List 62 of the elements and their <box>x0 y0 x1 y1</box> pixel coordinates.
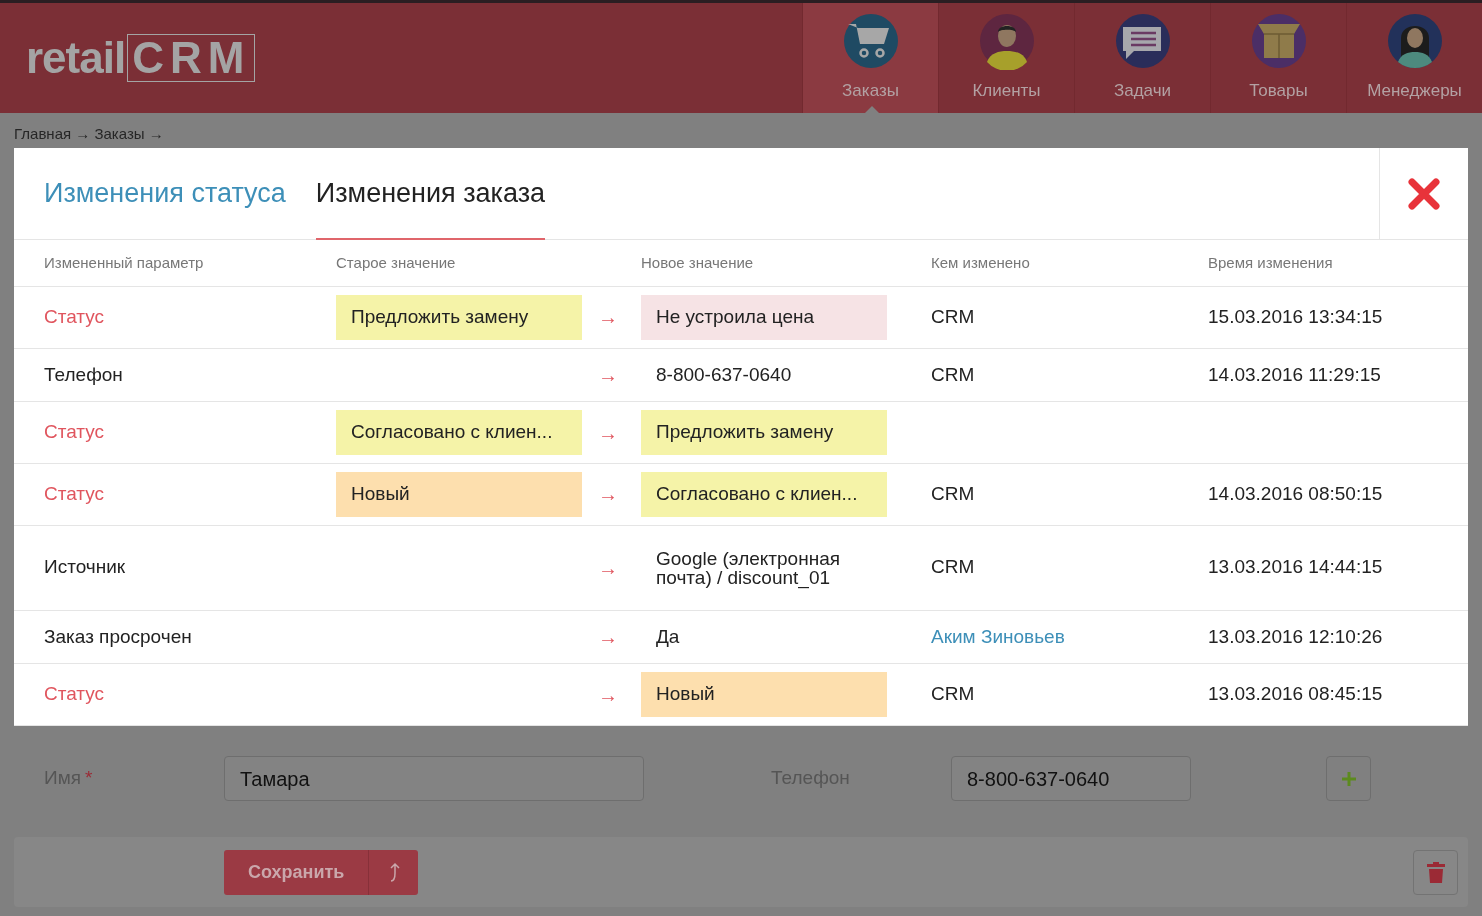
status-badge: Согласовано с клиен... <box>336 410 582 456</box>
parameter-name: Статус <box>44 420 106 445</box>
nav-item[interactable]: Заказы <box>802 3 938 113</box>
person-icon <box>977 12 1036 71</box>
status-badge: Предложить замену <box>336 294 582 340</box>
author-text: CRM <box>931 363 975 385</box>
status-badge: Новый <box>336 471 582 517</box>
change-time: 14.03.2016 08:50:15 <box>1208 483 1383 505</box>
text-field[interactable]: Тамара <box>224 756 644 801</box>
user-link[interactable]: Аким Зиновьев <box>931 625 1065 647</box>
status-badge: Согласовано с клиен... <box>641 471 887 517</box>
close-icon <box>1408 178 1440 210</box>
logo-text: retail <box>26 32 126 84</box>
box-icon <box>1249 12 1308 71</box>
author-text: CRM <box>931 556 975 578</box>
arrow-sign: → <box>598 420 618 446</box>
status-badge: Новый <box>641 672 887 718</box>
plus-icon <box>1340 770 1357 787</box>
parameter-name: Телефон <box>44 362 124 387</box>
value-text: 8-800-637-0640 <box>655 365 793 385</box>
trash-icon <box>1426 861 1445 883</box>
tab[interactable]: Изменения статуса <box>44 148 286 240</box>
column-header: Новое значение <box>641 252 755 273</box>
parameter-name: Статус <box>44 304 106 329</box>
value-text: Google (электронная почта) / discount_01 <box>655 548 841 587</box>
change-time: 13.03.2016 12:10:26 <box>1208 625 1383 647</box>
arrow-sign: → <box>598 362 618 388</box>
status-badge: Не устроила цена <box>641 294 887 340</box>
delete-button[interactable] <box>1413 849 1458 895</box>
arrow-sign: → <box>598 305 618 331</box>
arrow-sign: → <box>598 482 618 508</box>
author-text: CRM <box>931 483 975 505</box>
parameter-name: Заказ просрочен <box>44 624 193 649</box>
save-button[interactable]: Сохранить <box>224 849 419 895</box>
parameter-name: Статус <box>44 682 106 707</box>
arrow-sign: → <box>598 555 618 581</box>
breadcrumb: Главная → Заказы → <box>14 124 164 144</box>
author-text: CRM <box>931 683 975 705</box>
column-header: Кем изменено <box>931 252 1031 273</box>
column-header: Старое значение <box>336 252 457 273</box>
author-text: CRM <box>931 305 975 327</box>
parameter-name: Источник <box>44 555 127 580</box>
value-text: Да <box>655 627 681 647</box>
arrow-sign: → <box>598 624 618 650</box>
text-field[interactable]: 8-800-637-0640 <box>951 756 1191 801</box>
chat-icon <box>1113 12 1172 71</box>
column-header: Время изменения <box>1208 252 1334 273</box>
logo-accent: CRM <box>127 34 256 82</box>
person-icon <box>1385 12 1444 71</box>
required-mark: * <box>85 766 93 790</box>
change-time: 13.03.2016 14:44:15 <box>1208 556 1383 578</box>
cart-icon <box>841 12 900 71</box>
column-header: Измененный параметр <box>44 252 205 273</box>
status-badge: Предложить замену <box>641 410 887 456</box>
parameter-name: Статус <box>44 482 106 507</box>
add-button[interactable] <box>1326 756 1371 801</box>
tab[interactable]: Изменения заказа <box>315 148 546 240</box>
pointer-icon <box>865 106 879 113</box>
change-time: 14.03.2016 11:29:15 <box>1208 363 1381 385</box>
arrow-sign: → <box>598 682 618 708</box>
change-time: 13.03.2016 08:45:15 <box>1208 683 1383 705</box>
change-time: 15.03.2016 13:34:15 <box>1208 305 1383 327</box>
